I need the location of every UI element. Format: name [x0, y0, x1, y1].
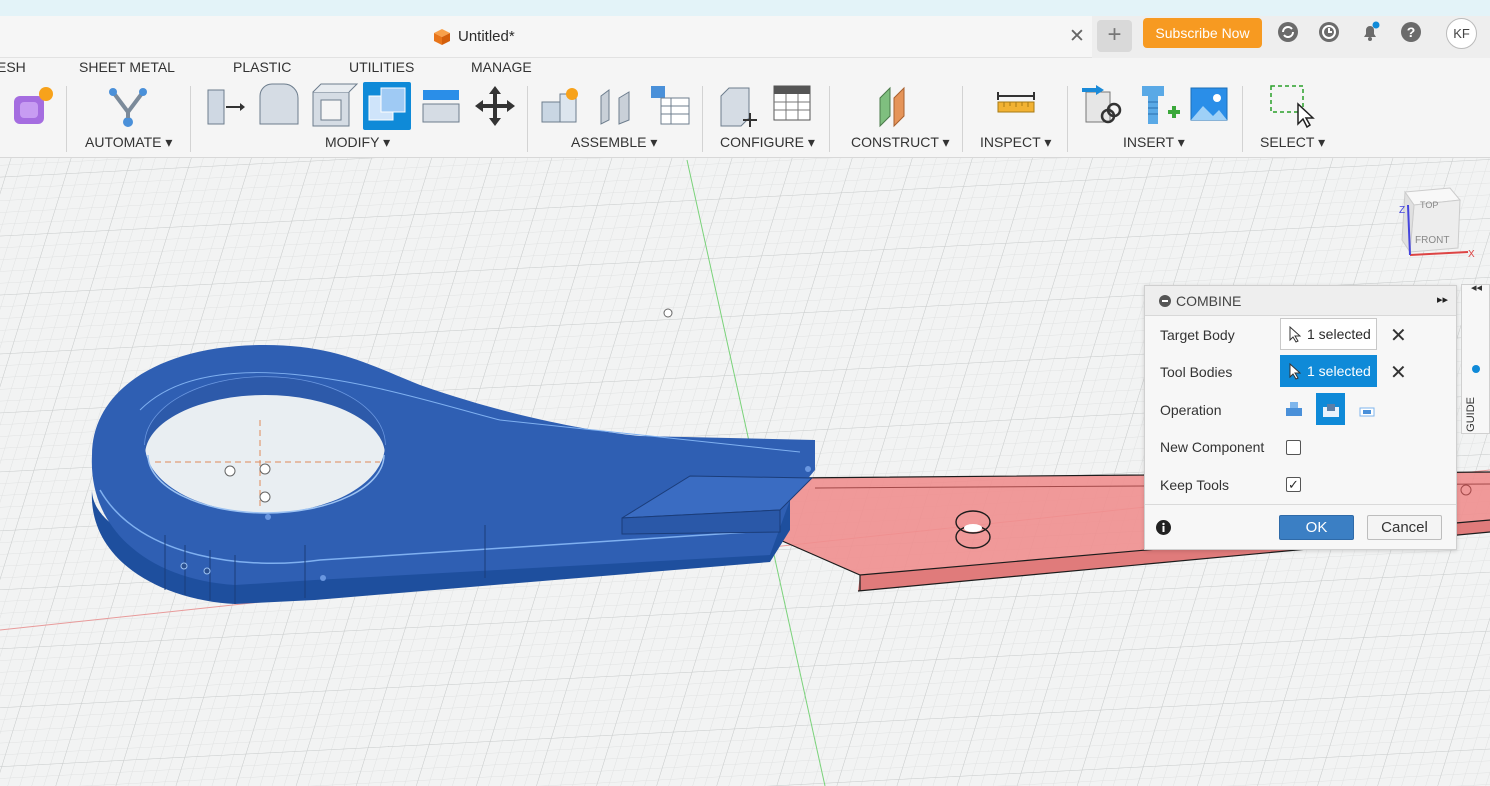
fillet-icon[interactable]: [256, 82, 306, 132]
ribbon-separator: [527, 86, 528, 152]
cursor-arrow-icon: [1289, 326, 1301, 343]
ok-button[interactable]: OK: [1279, 515, 1354, 540]
minimize-dialog-icon[interactable]: [1159, 295, 1171, 307]
combine-dialog-title: COMBINE: [1176, 293, 1242, 309]
tool-bodies-selector[interactable]: 1 selected: [1280, 355, 1377, 387]
subscribe-button[interactable]: Subscribe Now: [1143, 18, 1262, 48]
ribbon-toolbar: ESH SHEET METAL PLASTIC UTILITIES MANAGE…: [0, 58, 1490, 158]
mesh-body-icon[interactable]: [8, 82, 58, 132]
combine-icon[interactable]: [363, 82, 413, 132]
new-component-checkbox[interactable]: [1286, 440, 1301, 455]
window-title-strip: [0, 0, 1490, 16]
dialog-footer-divider: [1145, 504, 1456, 505]
tab-utilities[interactable]: UTILITIES: [349, 59, 414, 75]
close-tab-icon[interactable]: ✕: [1069, 25, 1085, 48]
joint-icon[interactable]: [593, 82, 643, 132]
tab-manage[interactable]: MANAGE: [471, 59, 532, 75]
ribbon-separator: [1242, 86, 1243, 152]
ribbon-separator: [829, 86, 830, 152]
insert-menu[interactable]: INSERT ▾: [1123, 134, 1185, 151]
guide-side-panel[interactable]: ◂◂ GUIDE: [1461, 281, 1490, 434]
select-window-icon[interactable]: [1268, 82, 1318, 132]
target-body-selector[interactable]: 1 selected: [1280, 318, 1377, 350]
measure-icon[interactable]: [992, 82, 1042, 132]
target-body-value: 1 selected: [1307, 326, 1371, 342]
automate-menu[interactable]: AUTOMATE ▾: [85, 134, 172, 151]
info-icon[interactable]: [1156, 520, 1171, 535]
viewcube-top-label: TOP: [1420, 200, 1438, 210]
viewcube-z-axis-label: Z: [1399, 205, 1405, 216]
keep-tools-checkbox[interactable]: ✓: [1286, 477, 1301, 492]
tab-plastic[interactable]: PLASTIC: [233, 59, 291, 75]
clear-target-body-icon[interactable]: ✕: [1390, 323, 1407, 348]
ribbon-separator: [66, 86, 67, 152]
user-avatar[interactable]: KF: [1446, 18, 1477, 49]
tool-bodies-value: 1 selected: [1307, 363, 1371, 379]
new-component-label: New Component: [1160, 439, 1265, 455]
help-icon[interactable]: ?: [1400, 21, 1422, 43]
keep-tools-label: Keep Tools: [1160, 477, 1230, 493]
document-tab[interactable]: Untitled* ✕: [0, 16, 1092, 58]
press-pull-icon[interactable]: [202, 82, 252, 132]
replace-face-icon[interactable]: [417, 82, 467, 132]
automate-icon[interactable]: [103, 82, 153, 132]
offset-plane-icon[interactable]: [872, 82, 922, 132]
insert-canvas-icon[interactable]: [1187, 82, 1237, 132]
cut-operation-icon: [1323, 404, 1339, 417]
extensions-icon[interactable]: [1277, 21, 1299, 43]
tab-mesh[interactable]: ESH: [0, 59, 26, 75]
guide-label[interactable]: GUIDE: [1465, 397, 1477, 432]
modify-menu[interactable]: MODIFY ▾: [325, 134, 390, 151]
expand-dialog-icon[interactable]: ▸▸: [1437, 293, 1448, 306]
ribbon-separator: [962, 86, 963, 152]
tab-sheet-metal[interactable]: SHEET METAL: [79, 59, 175, 75]
cut-operation-button[interactable]: [1316, 393, 1345, 425]
cancel-button[interactable]: Cancel: [1367, 515, 1442, 540]
ribbon-separator: [190, 86, 191, 152]
shell-icon[interactable]: [309, 82, 359, 132]
operation-label: Operation: [1160, 402, 1222, 418]
combine-dialog-header[interactable]: COMBINE ▸▸: [1145, 286, 1456, 316]
configure-menu[interactable]: CONFIGURE ▾: [720, 134, 815, 151]
viewcube-front-label: FRONT: [1415, 235, 1449, 246]
ribbon-separator: [1067, 86, 1068, 152]
construct-menu[interactable]: CONSTRUCT ▾: [851, 134, 950, 151]
viewcube-x-axis-label: X: [1468, 249, 1475, 260]
notifications-bell-icon[interactable]: [1359, 21, 1381, 43]
move-copy-icon[interactable]: [470, 82, 520, 132]
configure-icon[interactable]: [715, 82, 765, 132]
intersect-operation-icon[interactable]: [1356, 398, 1378, 420]
inspect-menu[interactable]: INSPECT ▾: [980, 134, 1051, 151]
document-title: Untitled*: [458, 28, 515, 45]
bill-of-materials-icon[interactable]: [645, 82, 695, 132]
document-tab-bar: Untitled* ✕ + Subscribe Now ? KF: [0, 16, 1490, 58]
origin-point[interactable]: [663, 308, 673, 318]
new-component-icon[interactable]: [538, 82, 588, 132]
new-tab-button[interactable]: +: [1097, 20, 1132, 52]
cursor-arrow-icon: [1289, 363, 1301, 380]
target-body-label: Target Body: [1160, 327, 1235, 343]
tool-bodies-label: Tool Bodies: [1160, 364, 1233, 380]
svg-text:?: ?: [1407, 24, 1416, 40]
configuration-table-icon[interactable]: [770, 82, 820, 132]
assemble-menu[interactable]: ASSEMBLE ▾: [571, 134, 657, 151]
insert-mcmaster-icon[interactable]: [1134, 82, 1184, 132]
select-menu[interactable]: SELECT ▾: [1260, 134, 1325, 151]
insert-derive-icon[interactable]: [1080, 82, 1130, 132]
combine-dialog: COMBINE ▸▸ Target Body 1 selected ✕ Tool…: [1144, 285, 1457, 550]
collapse-panel-icon[interactable]: ◂◂: [1471, 281, 1482, 294]
document-cube-icon: [434, 29, 450, 45]
join-operation-icon[interactable]: [1283, 398, 1305, 420]
guide-dot-icon: [1472, 365, 1480, 373]
job-status-icon[interactable]: [1318, 21, 1340, 43]
clear-tool-bodies-icon[interactable]: ✕: [1390, 360, 1407, 385]
ribbon-separator: [702, 86, 703, 152]
